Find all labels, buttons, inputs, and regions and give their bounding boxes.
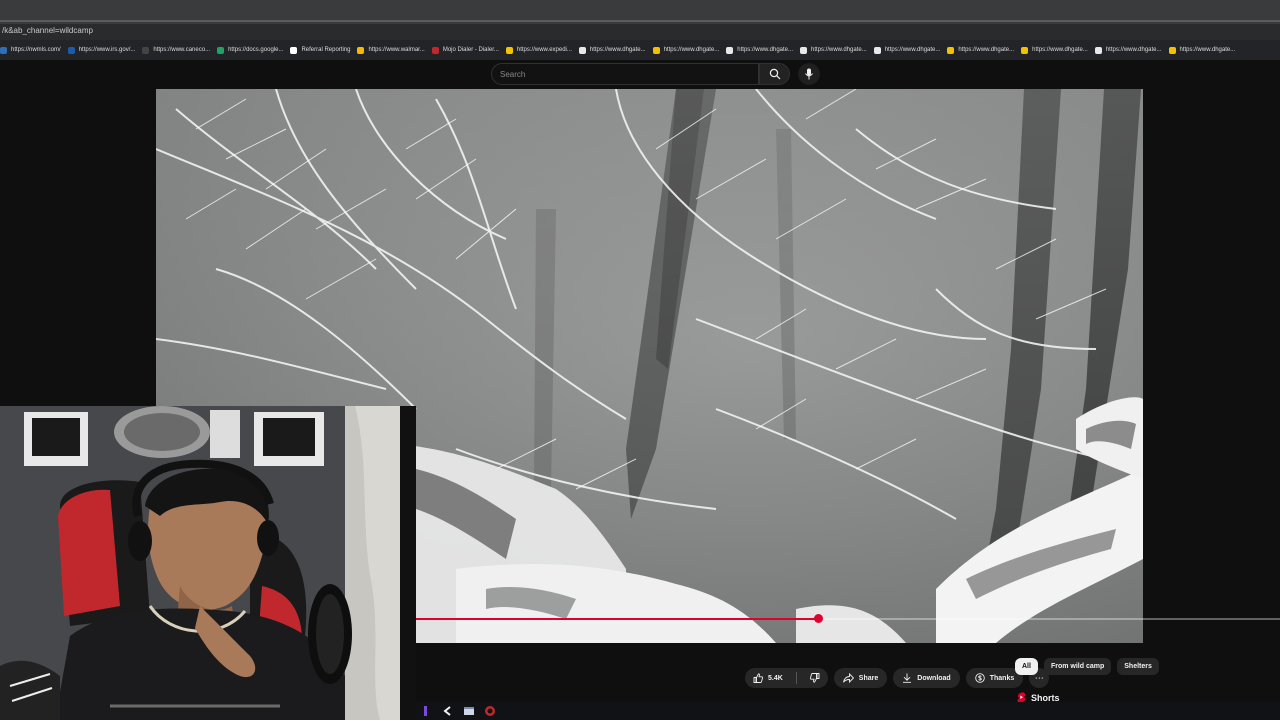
video-actions: 5.4K Share Download Thanks ⋯ — [745, 668, 1050, 688]
bookmark-label: https://docs.google... — [228, 47, 284, 53]
browser-tab-strip — [0, 0, 1280, 24]
search-button[interactable] — [759, 63, 790, 85]
bookmark-label: https://www.dhgate... — [1179, 47, 1236, 53]
thumbs-down-icon — [809, 673, 820, 683]
bookmark-item[interactable]: https://www.dhgate... — [578, 46, 646, 54]
like-dislike-group: 5.4K — [745, 668, 828, 688]
tab-strip-divider — [0, 20, 1280, 22]
bookmark-favicon-icon — [217, 46, 225, 54]
bookmark-favicon-icon — [873, 46, 881, 54]
bookmark-favicon-icon — [290, 46, 298, 54]
progress-bar-played — [416, 618, 819, 620]
bookmark-item[interactable]: https://www.dhgate... — [873, 46, 941, 54]
bookmark-item[interactable]: https://www.dhgate... — [1094, 46, 1162, 54]
chip-all[interactable]: All — [1015, 658, 1038, 675]
share-label: Share — [858, 674, 879, 682]
bookmark-label: https://www.dhgate... — [811, 47, 867, 53]
bookmark-favicon-icon — [431, 46, 439, 54]
taskbar-app-icon[interactable] — [462, 704, 476, 718]
bookmark-item[interactable]: Mojo Dialer - Dialer... — [431, 46, 499, 54]
like-dislike-divider — [795, 672, 797, 684]
os-taskbar — [416, 702, 1280, 720]
search-input[interactable]: Search — [491, 63, 759, 85]
bookmark-item[interactable]: https://www.dhgate... — [1021, 46, 1088, 54]
bookmark-label: https://www.caneco... — [153, 47, 211, 53]
bookmarks-bar: https://nwmls.com/https://www.irs.gov/..… — [0, 40, 1280, 60]
bookmark-item[interactable]: https://nwmls.com/ — [0, 46, 61, 54]
bookmark-favicon-icon — [0, 46, 7, 54]
bookmark-favicon-icon — [357, 46, 365, 54]
taskbar-app-icon[interactable] — [441, 704, 455, 718]
bookmark-item[interactable]: https://www.dhgate... — [652, 46, 720, 54]
bookmark-label: https://www.dhgate... — [663, 47, 720, 53]
bookmark-label: https://www.dhgate... — [958, 47, 1015, 53]
window-app-icon — [464, 707, 474, 715]
voice-search-button[interactable] — [798, 63, 820, 85]
bookmark-item[interactable]: https://docs.google... — [217, 46, 284, 54]
share-button[interactable]: Share — [833, 668, 888, 688]
bookmark-item[interactable]: https://www.walmar... — [357, 46, 425, 54]
address-bar[interactable]: /k&ab_channel=wildcamp — [0, 24, 1280, 40]
share-icon — [842, 673, 854, 683]
download-icon — [903, 673, 912, 683]
bookmark-item[interactable]: https://www.expedi... — [505, 46, 572, 54]
like-count: 5.4K — [768, 674, 783, 682]
bookmark-item[interactable]: Referral Reporting — [290, 46, 351, 54]
bookmark-favicon-icon — [505, 46, 513, 54]
purple-app-icon — [424, 706, 427, 716]
bookmark-item[interactable]: https://www.caneco... — [142, 46, 211, 54]
download-label: Download — [917, 674, 951, 682]
bookmark-label: https://www.irs.gov/... — [78, 47, 136, 53]
bookmark-favicon-icon — [652, 46, 660, 54]
bookmark-item[interactable]: https://www.irs.gov/... — [67, 46, 136, 54]
bookmark-favicon-icon — [726, 46, 734, 54]
arrow-app-icon — [443, 706, 451, 716]
youtube-masthead: Search — [0, 60, 1280, 88]
bookmark-label: https://www.walmar... — [368, 47, 425, 53]
bookmark-label: https://www.dhgate... — [737, 47, 793, 53]
taskbar-app-icon[interactable] — [483, 704, 497, 718]
bookmark-favicon-icon — [67, 46, 75, 54]
thanks-label: Thanks — [989, 674, 1015, 682]
address-bar-url: /k&ab_channel=wildcamp — [2, 26, 93, 35]
red-circle-app-icon — [485, 706, 495, 716]
bookmark-label: Referral Reporting — [301, 47, 351, 53]
bookmark-item[interactable]: https://www.dhgate... — [1168, 46, 1236, 54]
bookmark-label: https://www.expedi... — [516, 47, 572, 53]
shorts-label: Shorts — [1031, 692, 1060, 703]
webcam-image-streamer — [0, 406, 416, 720]
chip-from-wild-camp[interactable]: From wild camp — [1043, 658, 1112, 675]
bookmark-label: https://www.dhgate... — [1032, 47, 1088, 53]
like-button[interactable]: 5.4K — [745, 668, 791, 688]
recommendation-chips: All From wild camp Shelters — [1015, 658, 1159, 675]
bookmark-item[interactable]: https://www.dhgate... — [947, 46, 1015, 54]
bookmark-favicon-icon — [142, 46, 150, 54]
download-button[interactable]: Download — [893, 668, 960, 688]
bookmark-favicon-icon — [1021, 46, 1029, 54]
bookmark-favicon-icon — [1168, 46, 1176, 54]
bookmark-label: https://www.dhgate... — [589, 47, 646, 53]
chip-shelters[interactable]: Shelters — [1117, 658, 1159, 675]
thumbs-up-icon — [753, 673, 763, 683]
webcam-overlay — [0, 406, 416, 720]
taskbar-app-icon[interactable] — [420, 704, 434, 718]
bookmark-label: https://www.dhgate... — [884, 47, 941, 53]
bookmark-label: https://nwmls.com/ — [11, 47, 61, 53]
bookmark-item[interactable]: https://www.dhgate... — [800, 46, 867, 54]
bookmark-item[interactable]: https://www.dhgate... — [726, 46, 793, 54]
dislike-button[interactable] — [802, 668, 828, 688]
bookmark-label: Mojo Dialer - Dialer... — [442, 47, 499, 53]
search-placeholder: Search — [500, 69, 526, 79]
bookmark-favicon-icon — [1094, 46, 1102, 54]
microphone-icon — [805, 68, 813, 80]
bookmark-favicon-icon — [947, 46, 955, 54]
search-icon — [769, 68, 780, 80]
bookmark-favicon-icon — [578, 46, 586, 54]
thanks-icon — [974, 673, 985, 683]
bookmark-favicon-icon — [800, 46, 807, 54]
bookmark-label: https://www.dhgate... — [1105, 47, 1162, 53]
